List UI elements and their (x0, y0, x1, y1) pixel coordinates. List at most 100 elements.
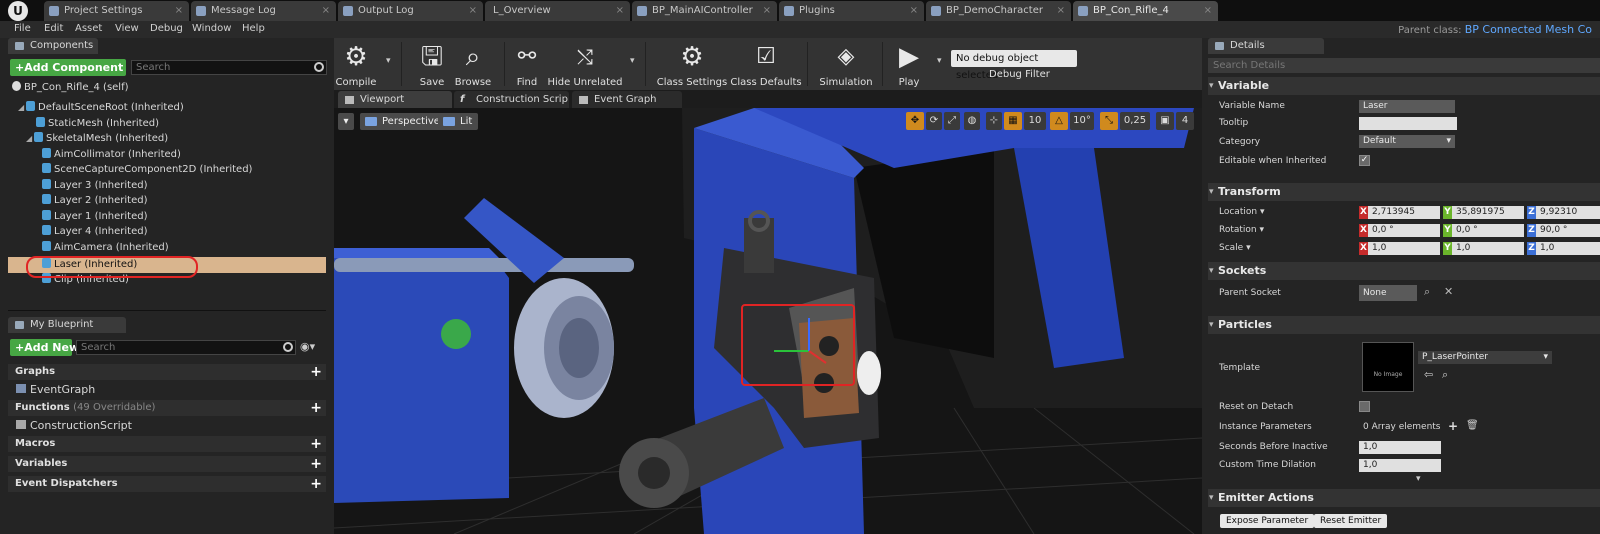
collapse-arrow-icon[interactable]: ◢ (26, 131, 34, 146)
details-search-input[interactable]: Search Details (1208, 58, 1600, 73)
blueprint-search-input[interactable]: Search (76, 340, 296, 355)
tab-plugins[interactable]: Plugins × (779, 1, 924, 21)
add-macro-icon[interactable]: + (310, 437, 322, 451)
scale-z-field[interactable]: 1,0 (1536, 242, 1600, 255)
parent-class-link[interactable]: BP Connected Mesh Co (1465, 23, 1592, 36)
close-icon[interactable]: × (322, 1, 330, 21)
reset-emitter-button[interactable]: Reset Emitter (1314, 514, 1388, 528)
tab-details[interactable]: Details (1208, 38, 1324, 54)
add-element-icon[interactable]: + (1448, 419, 1458, 433)
rotation-snap-value[interactable]: 10° (1070, 112, 1094, 130)
play-options-chevron-icon[interactable]: ▾ (937, 56, 942, 66)
close-icon[interactable]: × (469, 1, 477, 21)
tree-item-scenecapture[interactable]: SceneCaptureComponent2D (Inherited) (42, 162, 252, 177)
tree-item-staticmesh[interactable]: StaticMesh (Inherited) (36, 116, 159, 131)
expose-parameter-button[interactable]: Expose Parameter (1220, 514, 1315, 528)
close-icon[interactable]: × (616, 1, 624, 21)
tab-bp-con-rifle-4[interactable]: BP_Con_Rifle_4 × (1073, 1, 1218, 21)
use-selected-arrow-icon[interactable]: ⇦ (1424, 368, 1433, 381)
close-icon[interactable]: × (763, 1, 771, 21)
menu-edit[interactable]: Edit (44, 23, 63, 34)
category-variable[interactable]: Variable (1208, 77, 1600, 95)
collapse-arrow-icon[interactable]: ◢ (18, 100, 26, 115)
hide-unrelated-chevron-icon[interactable]: ▾ (630, 56, 635, 66)
menu-debug[interactable]: Debug (150, 23, 183, 34)
tree-item-defaultsceneroot[interactable]: ◢ DefaultSceneRoot (Inherited) (18, 100, 184, 115)
tab-message-log[interactable]: Message Log × (191, 1, 336, 21)
tab-output-log[interactable]: Output Log × (338, 1, 483, 21)
class-settings-button[interactable]: ⚙ Class Settings (657, 40, 728, 88)
scale-y-field[interactable]: 1,0 (1452, 242, 1524, 255)
category-macros[interactable]: Macros + (8, 436, 326, 452)
category-functions[interactable]: Functions (49 Overridable) + (8, 400, 326, 416)
add-graph-icon[interactable]: + (310, 365, 322, 379)
lit-button[interactable]: Lit (438, 113, 479, 130)
tree-item-aimcollimator[interactable]: AimCollimator (Inherited) (42, 147, 181, 162)
add-variable-icon[interactable]: + (310, 457, 322, 471)
tree-item-self[interactable]: BP_Con_Rifle_4 (self) (12, 80, 129, 95)
compile-options-chevron-icon[interactable]: ▾ (386, 56, 391, 66)
location-label[interactable]: Location ▾ (1219, 207, 1264, 217)
template-thumbnail[interactable]: No Image (1362, 342, 1414, 392)
tab-construction-script[interactable]: f Construction Scrip (454, 91, 569, 108)
compile-button[interactable]: ⚙ Compile (326, 40, 386, 88)
scale-mode-icon[interactable]: ⤢ (944, 112, 960, 130)
rotation-y-field[interactable]: 0,0 ° (1452, 224, 1524, 237)
class-defaults-button[interactable]: ☑ Class Defaults (730, 40, 801, 88)
tree-item-layer-4[interactable]: Layer 4 (Inherited) (42, 224, 148, 239)
category-particles[interactable]: Particles (1208, 316, 1600, 334)
tab-my-blueprint[interactable]: My Blueprint (8, 317, 126, 333)
tree-item-aimcamera[interactable]: AimCamera (Inherited) (42, 240, 169, 255)
custom-time-dilation-field[interactable]: 1,0 (1359, 459, 1441, 472)
item-eventgraph[interactable]: EventGraph (16, 383, 95, 396)
scale-label[interactable]: Scale ▾ (1219, 243, 1251, 253)
camera-speed-value[interactable]: 4 (1176, 112, 1194, 130)
menu-help[interactable]: Help (242, 23, 265, 34)
tree-item-layer-1[interactable]: Layer 1 (Inherited) (42, 209, 148, 224)
close-icon[interactable]: × (175, 1, 183, 21)
translate-mode-icon[interactable]: ✥ (906, 112, 924, 130)
tab-bp-mainaicontroller[interactable]: BP_MainAIController × (632, 1, 777, 21)
add-function-icon[interactable]: + (310, 401, 322, 415)
hide-unrelated-button[interactable]: ⤭ Hide Unrelated (547, 40, 622, 88)
eye-view-options-icon[interactable]: ◉▾ (300, 340, 315, 353)
category-select[interactable]: Default ▾ (1359, 135, 1455, 148)
location-x-field[interactable]: 2,713945 (1368, 206, 1440, 219)
editable-when-inherited-checkbox[interactable]: ✓ (1359, 155, 1370, 166)
tab-viewport[interactable]: Viewport (338, 91, 452, 108)
grid-snap-icon[interactable]: ▦ (1004, 112, 1022, 130)
browse-template-icon[interactable]: ⌕ (1442, 368, 1448, 382)
tab-components[interactable]: Components (8, 38, 98, 54)
tree-item-skeletalmesh[interactable]: ◢ SkeletalMesh (Inherited) (26, 131, 168, 146)
world-local-icon[interactable]: ◍ (964, 112, 980, 130)
category-transform[interactable]: Transform (1208, 183, 1600, 201)
category-sockets[interactable]: Sockets (1208, 262, 1600, 280)
add-new-button[interactable]: +Add New (10, 339, 79, 356)
rotation-label[interactable]: Rotation ▾ (1219, 225, 1264, 235)
reset-on-detach-checkbox[interactable] (1359, 401, 1370, 412)
close-icon[interactable]: × (1057, 1, 1065, 21)
parent-socket-field[interactable]: None (1359, 285, 1417, 301)
tree-item-layer-2[interactable]: Layer 2 (Inherited) (42, 193, 148, 208)
category-emitter-actions[interactable]: Emitter Actions (1208, 489, 1600, 507)
trash-icon[interactable]: 🗑 (1466, 420, 1479, 431)
scale-snap-value[interactable]: 0,25 (1120, 112, 1150, 130)
seconds-before-inactive-field[interactable]: 1,0 (1359, 441, 1441, 454)
rotation-snap-icon[interactable]: △ (1050, 112, 1068, 130)
tab-project-settings[interactable]: Project Settings × (44, 1, 189, 21)
browse-socket-icon[interactable]: ⌕ (1424, 285, 1430, 299)
item-constructionscript[interactable]: ConstructionScript (16, 419, 132, 432)
template-select[interactable]: P_LaserPointer ▾ (1418, 351, 1552, 364)
tree-item-layer-3[interactable]: Layer 3 (Inherited) (42, 178, 148, 193)
category-variables[interactable]: Variables + (8, 456, 326, 472)
category-event-dispatchers[interactable]: Event Dispatchers + (8, 476, 326, 492)
viewport-options-chevron-icon[interactable]: ▾ (338, 113, 354, 130)
rotation-x-field[interactable]: 0,0 ° (1368, 224, 1440, 237)
clear-socket-icon[interactable]: ✕ (1444, 285, 1453, 298)
expand-advanced-chevron-icon[interactable]: ▾ (1416, 474, 1421, 484)
tab-event-graph[interactable]: Event Graph (572, 91, 682, 108)
components-search-input[interactable]: Search (131, 60, 327, 75)
grid-snap-value[interactable]: 10 (1024, 112, 1046, 130)
scale-x-field[interactable]: 1,0 (1368, 242, 1440, 255)
camera-speed-icon[interactable]: ▣ (1156, 112, 1174, 130)
